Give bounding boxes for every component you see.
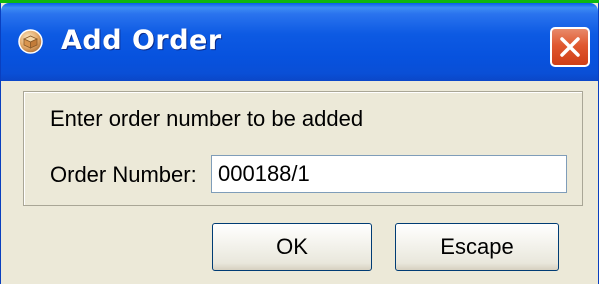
close-icon [560, 37, 580, 57]
window-title: Add Order [61, 25, 222, 56]
escape-button[interactable]: Escape [395, 223, 559, 271]
prompt-text: Enter order number to be added [50, 106, 364, 131]
close-button[interactable] [550, 27, 590, 67]
add-order-dialog: Add Order Enter order number to be added… [0, 3, 599, 284]
ok-button[interactable]: OK [212, 223, 372, 271]
title-bar[interactable]: Add Order [1, 3, 598, 81]
package-icon [18, 29, 43, 54]
order-number-label: Order Number: [50, 162, 197, 187]
order-entry-group: Enter order number to be added Order Num… [23, 91, 583, 206]
order-number-input[interactable] [211, 155, 567, 193]
